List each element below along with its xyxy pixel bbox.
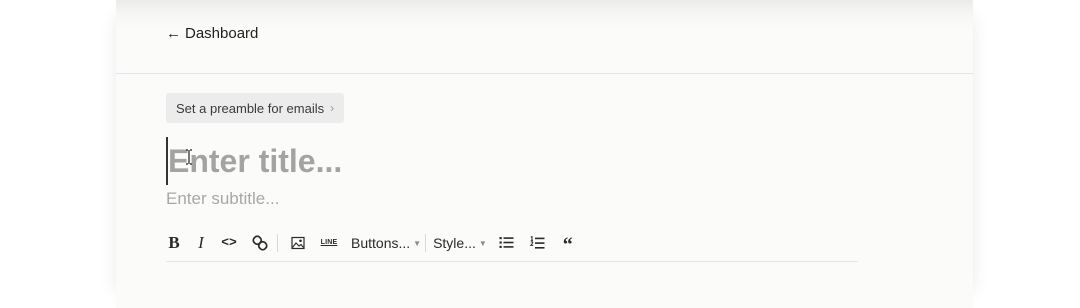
bold-icon[interactable]: B <box>166 231 182 255</box>
text-cursor-icon <box>186 149 192 165</box>
image-icon[interactable] <box>290 231 306 255</box>
set-preamble-button[interactable]: Set a preamble for emails › <box>166 93 345 123</box>
caret-down-icon: ▼ <box>413 238 422 248</box>
style-dropdown-label: Style... <box>433 234 476 251</box>
bulleted-list-icon[interactable] <box>499 231 515 255</box>
formatting-toolbar: B I <> LINE Buttons... ▼ Style... ▼ “ <box>166 228 858 262</box>
style-dropdown[interactable]: Style... ▼ <box>433 231 487 255</box>
image-glyph <box>291 236 305 249</box>
top-bar: ← Dashboard <box>116 0 973 74</box>
quote-icon[interactable]: “ <box>561 228 575 258</box>
chevron-right-icon: › <box>330 101 335 115</box>
code-icon[interactable]: <> <box>220 231 238 255</box>
subtitle-input[interactable] <box>166 186 766 212</box>
numbered-list-glyph <box>530 235 545 249</box>
caret-down-icon: ▼ <box>478 238 487 248</box>
italic-icon[interactable]: I <box>195 231 207 255</box>
back-arrow-icon: ← <box>166 25 181 42</box>
editor-canvas: ← Dashboard Set a preamble for emails › … <box>116 0 973 308</box>
line-icon[interactable]: LINE <box>320 231 338 255</box>
toolbar-divider <box>425 233 427 252</box>
toolbar-divider <box>277 233 278 252</box>
buttons-dropdown[interactable]: Buttons... ▼ <box>351 231 421 255</box>
buttons-dropdown-label: Buttons... <box>351 234 411 251</box>
link-glyph <box>252 234 268 251</box>
bulleted-list-glyph <box>499 237 514 248</box>
back-link-label: Dashboard <box>185 25 259 42</box>
preamble-button-label: Set a preamble for emails <box>176 100 325 116</box>
title-input[interactable] <box>166 137 766 185</box>
editor-screen: ← Dashboard Set a preamble for emails › … <box>0 0 1080 308</box>
back-to-dashboard-link[interactable]: ← Dashboard <box>166 25 258 42</box>
link-icon[interactable] <box>251 231 269 255</box>
numbered-list-icon[interactable] <box>530 231 546 255</box>
